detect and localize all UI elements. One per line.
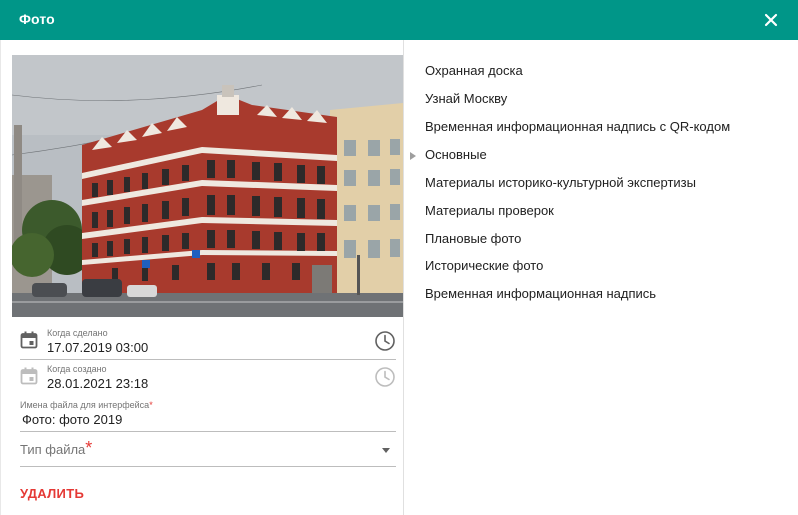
chevron-down-icon[interactable] xyxy=(382,448,390,453)
calendar-icon xyxy=(20,367,38,385)
created-date-label: Когда создано xyxy=(47,364,107,374)
filename-field[interactable]: Имена файла для интерфейса* Фото: фото 2… xyxy=(20,398,396,432)
filetype-underline xyxy=(20,466,396,467)
filename-value[interactable]: Фото: фото 2019 xyxy=(22,412,122,427)
tree-item[interactable]: Узнай Москву xyxy=(425,91,507,106)
photo-dialog: Фото Когда сделано 17.07.2019 03:00 Когд… xyxy=(0,0,798,515)
required-mark: * xyxy=(85,438,93,458)
tree-item[interactable]: Материалы историко-культурной экспертизы xyxy=(425,175,696,190)
created-date-field: Когда создано 28.01.2021 23:18 xyxy=(20,360,396,395)
filename-label-text: Имена файла для интерфейса xyxy=(20,400,150,410)
taken-date-value: 17.07.2019 03:00 xyxy=(47,340,149,355)
tree-item[interactable]: Основные xyxy=(425,147,487,162)
required-mark: * xyxy=(149,400,153,410)
tree-item[interactable]: Охранная доска xyxy=(425,63,523,78)
tree-item[interactable]: Временная информационная надпись xyxy=(425,286,656,301)
left-panel: Когда сделано 17.07.2019 03:00 Когда соз… xyxy=(0,40,404,515)
tree-item[interactable]: Материалы проверок xyxy=(425,203,554,218)
created-date-value: 28.01.2021 23:18 xyxy=(47,376,149,391)
tree-item[interactable]: Плановые фото xyxy=(425,231,521,246)
building-photo xyxy=(12,55,403,317)
photo-preview xyxy=(12,55,403,317)
calendar-icon xyxy=(20,331,38,349)
tree-item[interactable]: Временная информационная надпись с QR-ко… xyxy=(425,119,730,134)
delete-button[interactable]: УДАЛИТЬ xyxy=(20,486,84,501)
taken-date-field[interactable]: Когда сделано 17.07.2019 03:00 xyxy=(20,325,396,360)
clock-icon[interactable] xyxy=(374,330,396,352)
tree-item[interactable]: Исторические фото xyxy=(425,258,543,273)
triangle-right-icon[interactable] xyxy=(410,152,416,160)
filetype-select[interactable]: Тип файла* xyxy=(20,432,396,467)
filename-label: Имена файла для интерфейса* xyxy=(20,400,153,410)
filetype-label: Тип файла* xyxy=(20,439,92,457)
clock-icon xyxy=(375,367,395,387)
dialog-header: Фото xyxy=(0,0,798,40)
taken-date-label: Когда сделано xyxy=(47,328,108,338)
filetype-label-text: Тип файла xyxy=(20,442,86,457)
close-icon[interactable] xyxy=(760,9,782,31)
dialog-title: Фото xyxy=(19,11,55,27)
